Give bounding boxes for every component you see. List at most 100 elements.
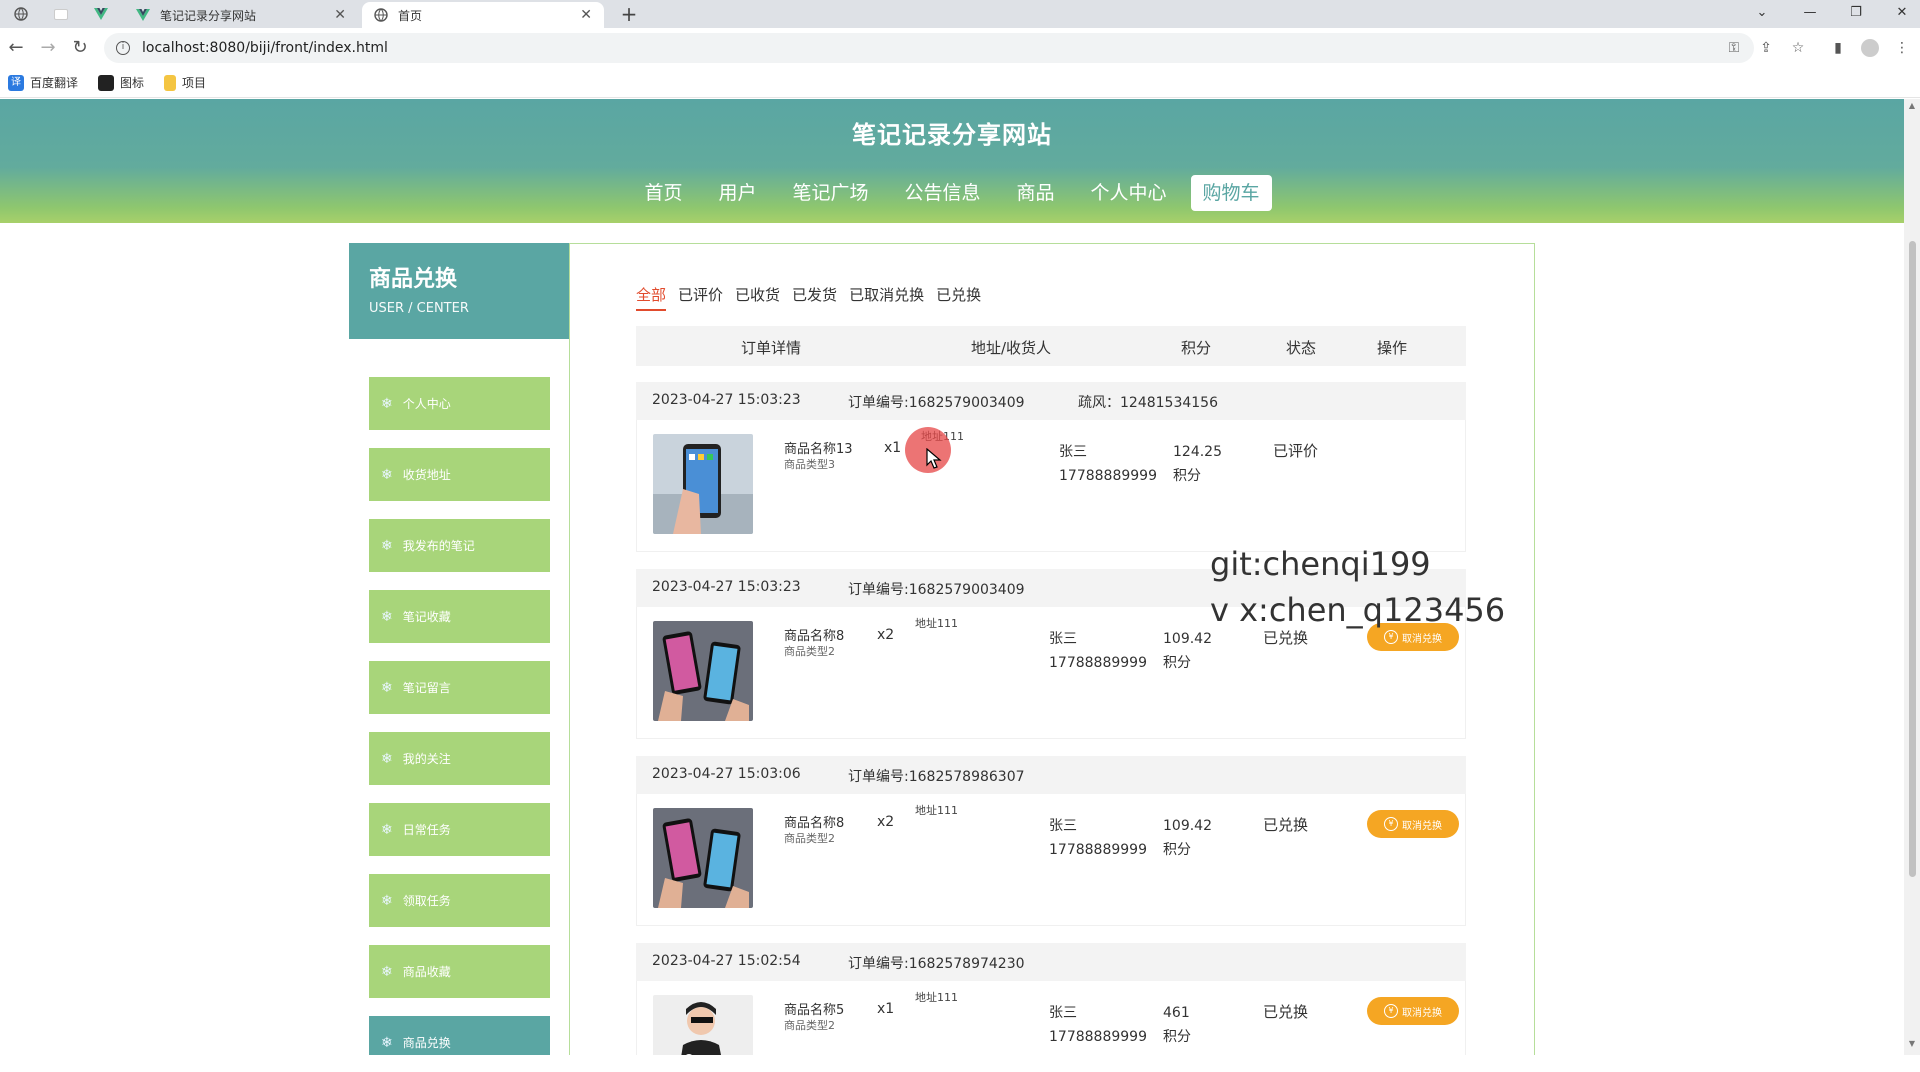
sidebar-item-daily-tasks[interactable]: ❄ 日常任务 (369, 803, 550, 856)
nav-personal-center[interactable]: 个人中心 (1079, 175, 1179, 211)
filter-received[interactable]: 已收货 (735, 284, 780, 311)
bookmark-project[interactable]: 项目 (164, 74, 206, 91)
order-number: 订单编号:1682578974230 (848, 956, 1025, 972)
quantity: x2 (877, 814, 895, 830)
globe-icon[interactable] (2, 2, 40, 26)
order-header: 2023-04-27 15:03:06 订单编号:1682578986307 (636, 756, 1466, 794)
sidebar-header: 商品兑换 USER / CENTER (349, 243, 570, 339)
browser-toolbar: ← → ↻ i localhost:8080/biji/front/index.… (0, 28, 1920, 68)
col-address-receiver: 地址/收货人 (971, 339, 1052, 357)
address: 地址111 (915, 617, 958, 630)
tab-notes-site[interactable]: 笔记记录分享网站 ✕ (124, 2, 358, 28)
points-value: 109.42 (1163, 631, 1212, 647)
watermark-line: v x:chen_q123456 (1210, 591, 1506, 629)
sidebar-subtitle: USER / CENTER (369, 301, 469, 316)
bookmark-label: 项目 (182, 76, 207, 90)
tab-home[interactable]: 首页 ✕ (362, 2, 604, 28)
nav-notes-square[interactable]: 笔记广场 (780, 175, 880, 211)
sidebar-item-label: 领取任务 (402, 894, 451, 908)
points-unit: 积分 (1173, 468, 1201, 484)
sidebar-item-label: 日常任务 (402, 823, 451, 837)
sidebar-item-my-notes[interactable]: ❄ 我发布的笔记 (369, 519, 550, 572)
url-text[interactable]: localhost:8080/biji/front/index.html (142, 40, 388, 56)
side-panel-icon[interactable]: ▮ (1826, 36, 1850, 60)
order-row: 2023-04-27 15:02:54 订单编号:1682578974230 商… (636, 943, 1466, 1055)
close-icon[interactable]: ✕ (334, 7, 346, 23)
info-icon[interactable]: i (116, 41, 130, 55)
window-close-icon[interactable]: ✕ (1882, 0, 1920, 28)
share-icon[interactable]: ⇪ (1754, 36, 1778, 60)
filter-all[interactable]: 全部 (636, 284, 667, 311)
scroll-down-icon[interactable]: ▼ (1904, 1039, 1920, 1053)
points-unit: 积分 (1163, 1029, 1191, 1045)
vue-logo-icon (136, 9, 150, 21)
snowflake-icon: ❄ (381, 1034, 393, 1051)
bookmark-baidu-translate[interactable]: 译 百度翻译 (8, 74, 78, 91)
nav-announcements[interactable]: 公告信息 (892, 175, 992, 211)
close-icon[interactable]: ✕ (580, 7, 592, 23)
filter-shipped[interactable]: 已发货 (792, 284, 837, 311)
key-icon[interactable]: ⚿ (1722, 36, 1746, 60)
quantity: x1 (877, 1001, 895, 1017)
bookmark-icons[interactable]: 图标 (98, 74, 144, 91)
menu-kebab-icon[interactable]: ⋮ (1890, 36, 1914, 60)
receiver-phone: 17788889999 (1059, 468, 1157, 484)
sidebar-item-claim-tasks[interactable]: ❄ 领取任务 (369, 874, 550, 927)
points: 461 积分 (1163, 1001, 1191, 1049)
star-icon[interactable]: ☆ (1786, 36, 1810, 60)
scroll-up-icon[interactable]: ▲ (1904, 101, 1920, 115)
cancel-exchange-button[interactable]: ¥ 取消兑换 (1367, 810, 1459, 838)
blank-tab-icon[interactable] (42, 2, 80, 26)
col-order-details: 订单详情 (741, 339, 802, 357)
page-scrollbar[interactable]: ▲ ▼ (1904, 99, 1920, 1055)
back-icon[interactable]: ← (4, 36, 28, 60)
browser-tab-bar: 笔记记录分享网站 ✕ 首页 ✕ + ⌄ — ❐ ✕ (0, 0, 1920, 28)
order-filter-tabs: 全部 已评价 已收货 已发货 已取消兑换 已兑换 (636, 284, 993, 311)
address-bar[interactable]: i localhost:8080/biji/front/index.html (104, 33, 1754, 63)
receiver: 张三 17788889999 (1049, 1001, 1147, 1049)
quantity: x1 (884, 440, 902, 456)
minimize-icon[interactable]: — (1790, 0, 1830, 28)
snowflake-icon: ❄ (381, 750, 393, 767)
new-tab-button[interactable]: + (616, 2, 642, 26)
filter-reviewed[interactable]: 已评价 (678, 284, 723, 311)
filter-exchanged[interactable]: 已兑换 (936, 284, 981, 311)
tab-search-icon[interactable]: ⌄ (1742, 0, 1782, 28)
order-time: 2023-04-27 15:03:06 (652, 766, 801, 782)
main-nav: 首页 用户 笔记广场 公告信息 商品 个人中心 购物车 (0, 175, 1904, 211)
sidebar-item-following[interactable]: ❄ 我的关注 (369, 732, 550, 785)
receiver-name: 张三 (1049, 1005, 1077, 1021)
snowflake-icon: ❄ (381, 963, 393, 980)
watermark-text: git:chenqi199 v x:chen_q123456 (1210, 541, 1505, 633)
col-status: 状态 (1286, 339, 1317, 357)
scroll-thumb[interactable] (1909, 241, 1916, 877)
nav-cart[interactable]: 购物车 (1190, 175, 1272, 211)
product-image-phones[interactable] (653, 808, 753, 908)
receiver: 张三 17788889999 (1049, 814, 1147, 862)
nav-products[interactable]: 商品 (1005, 175, 1067, 211)
sidebar-item-note-comments[interactable]: ❄ 笔记留言 (369, 661, 550, 714)
restore-icon[interactable]: ❐ (1836, 0, 1876, 28)
nav-users[interactable]: 用户 (706, 175, 768, 211)
filter-cancelled[interactable]: 已取消兑换 (849, 284, 924, 311)
yen-icon: ¥ (1384, 1004, 1398, 1018)
product-image-fashion[interactable] (653, 995, 753, 1055)
product-image-phone[interactable] (653, 434, 753, 534)
forward-icon[interactable]: → (36, 36, 60, 60)
points-value: 109.42 (1163, 818, 1212, 834)
profile-icon[interactable] (1858, 36, 1882, 60)
vue-logo-icon[interactable] (82, 2, 120, 26)
sidebar-item-note-favorites[interactable]: ❄ 笔记收藏 (369, 590, 550, 643)
receiver-name: 张三 (1049, 818, 1077, 834)
sidebar-item-personal-center[interactable]: ❄ 个人中心 (369, 377, 550, 430)
col-points: 积分 (1181, 339, 1212, 357)
sidebar-item-address[interactable]: ❄ 收货地址 (369, 448, 550, 501)
nav-home[interactable]: 首页 (632, 175, 694, 211)
sidebar-item-product-exchange[interactable]: ❄ 商品兑换 (369, 1016, 550, 1055)
cancel-exchange-button[interactable]: ¥ 取消兑换 (1367, 997, 1459, 1025)
product-image-phones[interactable] (653, 621, 753, 721)
order-time: 2023-04-27 15:03:23 (652, 579, 801, 595)
sidebar-item-label: 个人中心 (402, 397, 451, 411)
reload-icon[interactable]: ↻ (68, 36, 92, 60)
sidebar-item-product-favorites[interactable]: ❄ 商品收藏 (369, 945, 550, 998)
